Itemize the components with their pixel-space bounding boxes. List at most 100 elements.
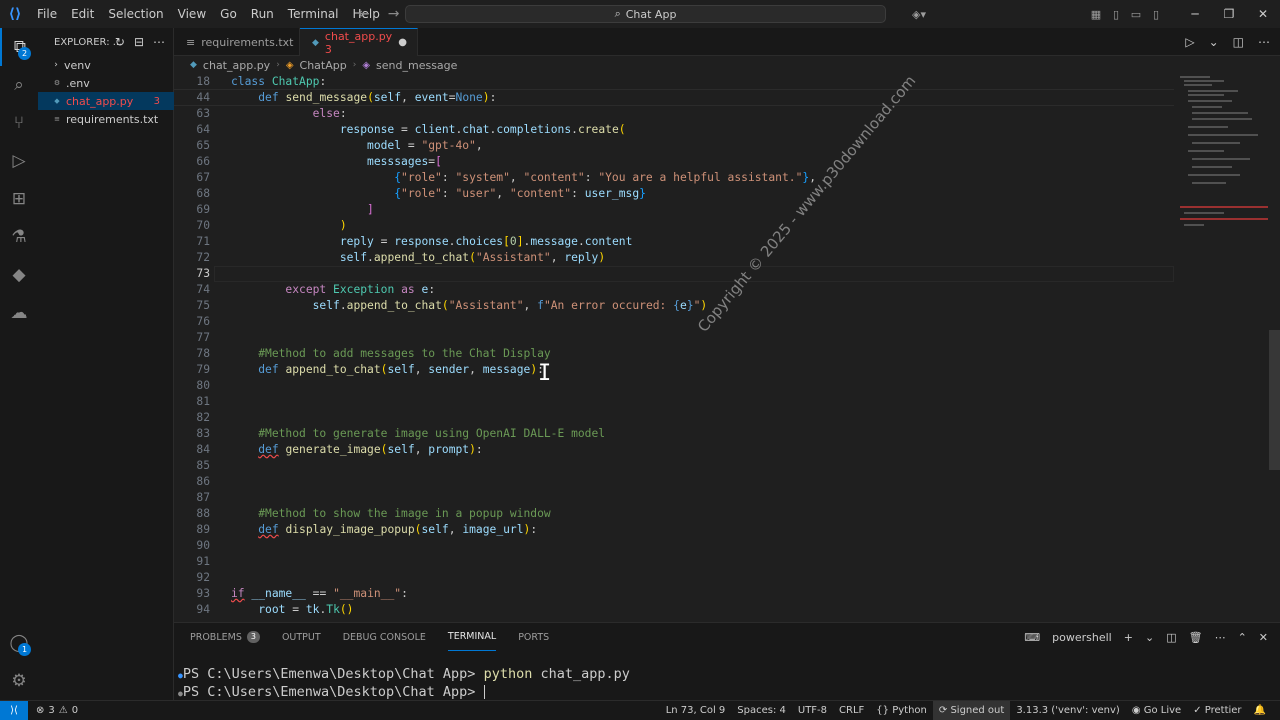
- collapse-all-icon[interactable]: ⊟: [134, 35, 144, 49]
- text-file-icon: ≡: [54, 115, 60, 123]
- remote-indicator-icon[interactable]: ⟩⟨: [0, 700, 28, 720]
- maximize-icon[interactable]: ❐: [1212, 0, 1246, 28]
- menu-file[interactable]: File: [30, 0, 64, 28]
- more-actions-icon[interactable]: ⋯: [153, 35, 165, 49]
- breadcrumb-method[interactable]: send_message: [376, 59, 457, 72]
- shell-name[interactable]: powershell: [1052, 631, 1112, 644]
- split-terminal-icon[interactable]: ◫: [1166, 631, 1176, 644]
- account-badge: 1: [18, 643, 31, 656]
- terminal-cursor: [483, 685, 485, 699]
- menu-go[interactable]: Go: [213, 0, 244, 28]
- text-file-icon: ≡: [186, 35, 196, 49]
- close-panel-icon[interactable]: ✕: [1259, 631, 1268, 644]
- code-line: 80: [196, 379, 210, 392]
- unsaved-dot-icon[interactable]: ●: [398, 37, 407, 48]
- terminal-dropdown-icon[interactable]: ⌄: [1145, 631, 1154, 644]
- code-line: 66 messsages=[: [196, 155, 442, 168]
- error-icon: ⊗: [36, 705, 45, 716]
- code-line: 78 #Method to add messages to the Chat D…: [196, 347, 551, 360]
- prettier-status[interactable]: ✓ Prettier: [1187, 701, 1247, 720]
- code-line: 81: [196, 395, 210, 408]
- source-control-icon[interactable]: ⑂: [0, 104, 38, 142]
- mongodb-icon[interactable]: ◆: [0, 256, 38, 294]
- back-arrow-icon[interactable]: ←: [358, 6, 370, 22]
- tree-item-label: venv: [64, 58, 91, 72]
- account-status[interactable]: ⟳ Signed out: [932, 701, 1011, 720]
- minimap[interactable]: [1180, 74, 1268, 234]
- tab-terminal[interactable]: TERMINAL: [447, 623, 497, 651]
- extensions-icon[interactable]: ⊞: [0, 180, 38, 218]
- tree-item-requirements[interactable]: ≡ requirements.txt: [38, 110, 174, 128]
- code-line: 89 def display_image_popup(self, image_u…: [196, 523, 538, 536]
- minimize-icon[interactable]: ─: [1178, 0, 1212, 28]
- tab-debug-console[interactable]: DEBUG CONSOLE: [343, 623, 426, 651]
- tab-requirements[interactable]: ≡ requirements.txt ●: [174, 28, 308, 56]
- more-actions-icon[interactable]: ⋯: [1258, 35, 1270, 49]
- breadcrumb-file[interactable]: chat_app.py: [203, 59, 270, 72]
- code-editor[interactable]: 18 class ChatApp: 44 def send_message(sel…: [174, 74, 1280, 622]
- tree-item-env[interactable]: ⚙ .env: [38, 74, 174, 92]
- settings-gear-icon[interactable]: ⚙: [0, 662, 38, 700]
- copilot-icon[interactable]: ◈▾: [902, 0, 936, 28]
- close-icon[interactable]: ✕: [1246, 0, 1280, 28]
- terminal-prompt: PS C:\Users\Emenwa\Desktop\Chat App>: [182, 684, 484, 700]
- run-debug-icon[interactable]: ▷: [0, 142, 38, 180]
- terminal-command: python: [483, 666, 533, 682]
- run-python-icon[interactable]: ▷: [1185, 35, 1194, 49]
- editor-actions: ▷ ⌄ ◫ ⋯: [1185, 28, 1270, 56]
- status-right: Ln 73, Col 9 Spaces: 4 UTF-8 CRLF {} Pyt…: [660, 701, 1272, 720]
- editor-scrollbar[interactable]: [1269, 330, 1280, 470]
- tab-ports[interactable]: PORTS: [518, 623, 549, 651]
- encoding[interactable]: UTF-8: [792, 701, 833, 720]
- explorer-header: EXPLORER: ... ↻ ⊟ ⋯: [38, 28, 173, 56]
- account-icon[interactable]: ◯ 1: [0, 624, 38, 662]
- braces-icon: {}: [876, 705, 893, 716]
- more-actions-icon[interactable]: ⋯: [1215, 631, 1226, 644]
- go-live[interactable]: ◉ Go Live: [1126, 701, 1187, 720]
- toggle-sidebar-icon[interactable]: ▯: [1106, 0, 1126, 28]
- forward-arrow-icon[interactable]: →: [388, 6, 400, 22]
- menu-edit[interactable]: Edit: [64, 0, 101, 28]
- problems-status[interactable]: ⊗ 3 ⚠ 0: [28, 705, 78, 716]
- toggle-panel-icon[interactable]: ▭: [1126, 0, 1146, 28]
- menu-terminal[interactable]: Terminal: [281, 0, 346, 28]
- warning-icon: ⚠: [58, 705, 68, 716]
- panel-tabs: PROBLEMS 3 OUTPUT DEBUG CONSOLE TERMINAL …: [190, 623, 549, 651]
- breadcrumb-class[interactable]: ChatApp: [300, 59, 347, 72]
- tab-label: requirements.txt: [201, 35, 294, 49]
- maximize-panel-icon[interactable]: ⌃: [1238, 631, 1247, 644]
- testing-icon[interactable]: ⚗: [0, 218, 38, 256]
- code-line: 84 def generate_image(self, prompt):: [196, 443, 483, 456]
- cursor-position[interactable]: Ln 73, Col 9: [660, 701, 732, 720]
- python-interpreter[interactable]: 3.13.3 ('venv': venv): [1010, 701, 1126, 720]
- end-of-line[interactable]: CRLF: [833, 701, 870, 720]
- split-editor-icon[interactable]: ◫: [1233, 35, 1244, 49]
- explorer-title: EXPLORER: ...: [54, 36, 123, 48]
- tab-chat-app[interactable]: ◆ chat_app.py 3 ●: [300, 28, 418, 56]
- menu-run[interactable]: Run: [244, 0, 281, 28]
- toggle-secondary-sidebar-icon[interactable]: ▯: [1146, 0, 1166, 28]
- code-line: 70 ): [196, 219, 347, 232]
- refresh-icon[interactable]: ↻: [115, 35, 125, 49]
- menu-view[interactable]: View: [171, 0, 213, 28]
- layout-customize-icon[interactable]: ▦: [1086, 0, 1106, 28]
- remote-explorer-icon[interactable]: ☁: [0, 294, 38, 332]
- tree-item-venv[interactable]: › venv: [38, 56, 174, 74]
- explorer-icon[interactable]: ⧉ 2: [0, 28, 38, 66]
- notifications-bell-icon[interactable]: 🔔: [1248, 701, 1272, 720]
- tree-item-chat-app[interactable]: ◆ chat_app.py 3: [38, 92, 174, 110]
- menu-selection[interactable]: Selection: [101, 0, 170, 28]
- search-icon: ⌕: [614, 7, 621, 20]
- indentation[interactable]: Spaces: 4: [731, 701, 792, 720]
- command-center[interactable]: ⌕ Chat App: [405, 5, 886, 23]
- trash-icon[interactable]: 🗑: [1189, 631, 1203, 644]
- tab-output[interactable]: OUTPUT: [282, 623, 321, 651]
- language-mode[interactable]: {} Python: [870, 701, 933, 720]
- code-line: 92: [196, 571, 210, 584]
- terminal-line[interactable]: ●PS C:\Users\Emenwa\Desktop\Chat App>: [178, 683, 485, 701]
- run-dropdown-icon[interactable]: ⌄: [1209, 35, 1219, 49]
- search-view-icon[interactable]: ⌕: [0, 66, 38, 104]
- new-terminal-icon[interactable]: +: [1124, 631, 1133, 644]
- tab-problems[interactable]: PROBLEMS 3: [190, 623, 260, 651]
- check-icon: ✓: [1193, 705, 1205, 716]
